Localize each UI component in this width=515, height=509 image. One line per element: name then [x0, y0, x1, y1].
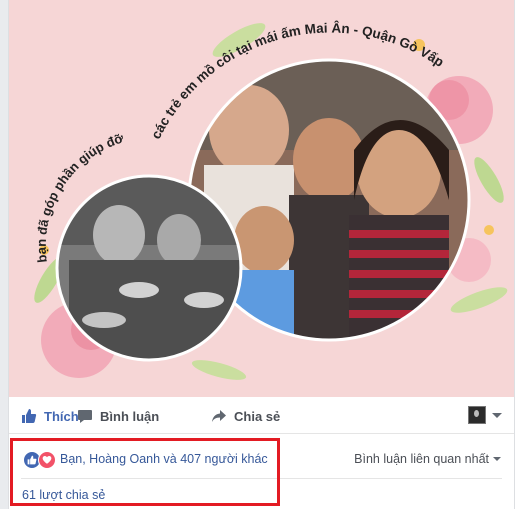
like-label: Thích — [44, 408, 79, 424]
caret-down-icon — [493, 457, 501, 461]
post-action-bar: Thích Bình luận Chia sẻ — [9, 397, 514, 434]
thumbs-up-icon — [21, 408, 37, 424]
post-as-selector[interactable] — [468, 406, 502, 424]
avatar — [468, 406, 486, 424]
comment-button[interactable]: Bình luận — [77, 407, 159, 425]
comment-label: Bình luận — [100, 408, 160, 424]
post-image[interactable]: bạn đã góp phần giúp đỡ các trẻ em mồ cô… — [9, 0, 514, 397]
like-button[interactable]: Thích — [21, 407, 79, 425]
post-card: bạn đã góp phần giúp đỡ các trẻ em mồ cô… — [8, 0, 515, 509]
comment-sort-dropdown[interactable]: Bình luận liên quan nhất — [354, 452, 501, 466]
share-label: Chia sẻ — [234, 408, 281, 424]
share-arrow-icon — [211, 408, 227, 424]
comment-sort-label: Bình luận liên quan nhất — [354, 452, 489, 466]
comment-icon — [77, 408, 93, 424]
share-button[interactable]: Chia sẻ — [211, 407, 280, 425]
chevron-down-icon — [492, 412, 502, 418]
highlight-box — [10, 438, 280, 506]
